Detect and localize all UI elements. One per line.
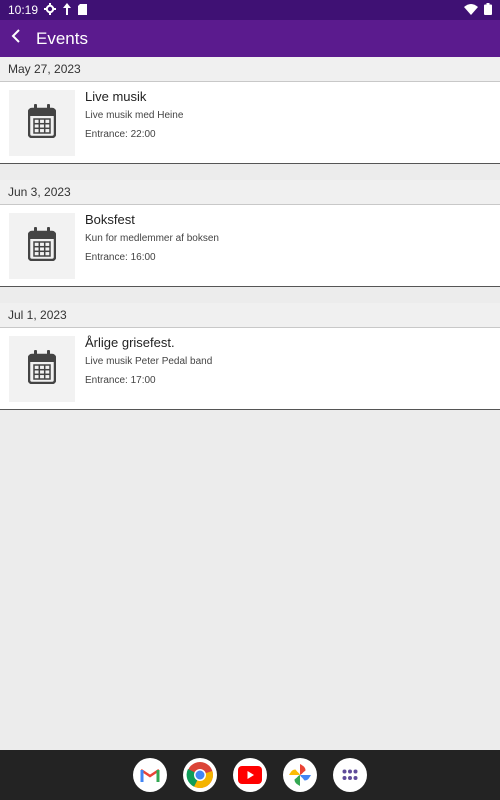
- battery-icon: [484, 3, 492, 17]
- wifi-icon: [464, 3, 478, 17]
- calendar-icon: [27, 349, 57, 389]
- calendar-icon: [27, 226, 57, 266]
- event-title: Boksfest: [85, 212, 135, 227]
- event-description: Kun for medlemmer af boksen: [85, 233, 219, 244]
- event-description: Live musik med Heine: [85, 110, 184, 121]
- back-button[interactable]: [4, 20, 28, 57]
- event-title: Årlige grisefest.: [85, 335, 175, 350]
- pin-icon: [62, 3, 72, 17]
- event-text: Årlige grisefest. Live musik Peter Pedal…: [85, 335, 213, 409]
- settings-icon: [44, 3, 57, 17]
- event-thumbnail: [9, 213, 75, 279]
- event-description: Live musik Peter Pedal band: [85, 356, 213, 367]
- app-bar: Events: [0, 20, 500, 57]
- status-right: [464, 3, 492, 17]
- gmail-icon[interactable]: [133, 758, 167, 792]
- event-entrance: Entrance: 16:00: [85, 252, 156, 263]
- event-thumbnail: [9, 336, 75, 402]
- sd-card-icon: [78, 3, 88, 17]
- event-group: Jul 1, 2023 Årlige grisefest. Live musik…: [0, 303, 500, 410]
- app-drawer-icon[interactable]: [333, 758, 367, 792]
- event-title: Live musik: [85, 89, 147, 104]
- status-left: 10:19: [8, 3, 88, 17]
- chevron-left-icon: [11, 29, 21, 48]
- youtube-icon[interactable]: [233, 758, 267, 792]
- chrome-icon[interactable]: [183, 758, 217, 792]
- photos-icon[interactable]: [283, 758, 317, 792]
- status-time: 10:19: [8, 3, 39, 17]
- date-header: Jun 3, 2023: [0, 180, 500, 205]
- calendar-icon: [27, 103, 57, 143]
- status-bar: 10:19: [0, 0, 500, 20]
- event-thumbnail: [9, 90, 75, 156]
- event-entrance: Entrance: 17:00: [85, 375, 156, 386]
- event-card[interactable]: Årlige grisefest. Live musik Peter Pedal…: [0, 328, 500, 410]
- event-group: May 27, 2023 Live musik Live musik med H…: [0, 57, 500, 164]
- date-header: May 27, 2023: [0, 57, 500, 82]
- page-title: Events: [36, 28, 88, 48]
- events-list: May 27, 2023 Live musik Live musik med H…: [0, 57, 500, 410]
- event-card[interactable]: Boksfest Kun for medlemmer af boksen Ent…: [0, 205, 500, 287]
- event-entrance: Entrance: 22:00: [85, 129, 156, 140]
- bottom-dock: [0, 750, 500, 800]
- event-card[interactable]: Live musik Live musik med Heine Entrance…: [0, 82, 500, 164]
- event-group: Jun 3, 2023 Boksfest Kun for medlemmer a…: [0, 180, 500, 287]
- date-header: Jul 1, 2023: [0, 303, 500, 328]
- event-text: Boksfest Kun for medlemmer af boksen Ent…: [85, 212, 219, 286]
- event-text: Live musik Live musik med Heine Entrance…: [85, 89, 184, 163]
